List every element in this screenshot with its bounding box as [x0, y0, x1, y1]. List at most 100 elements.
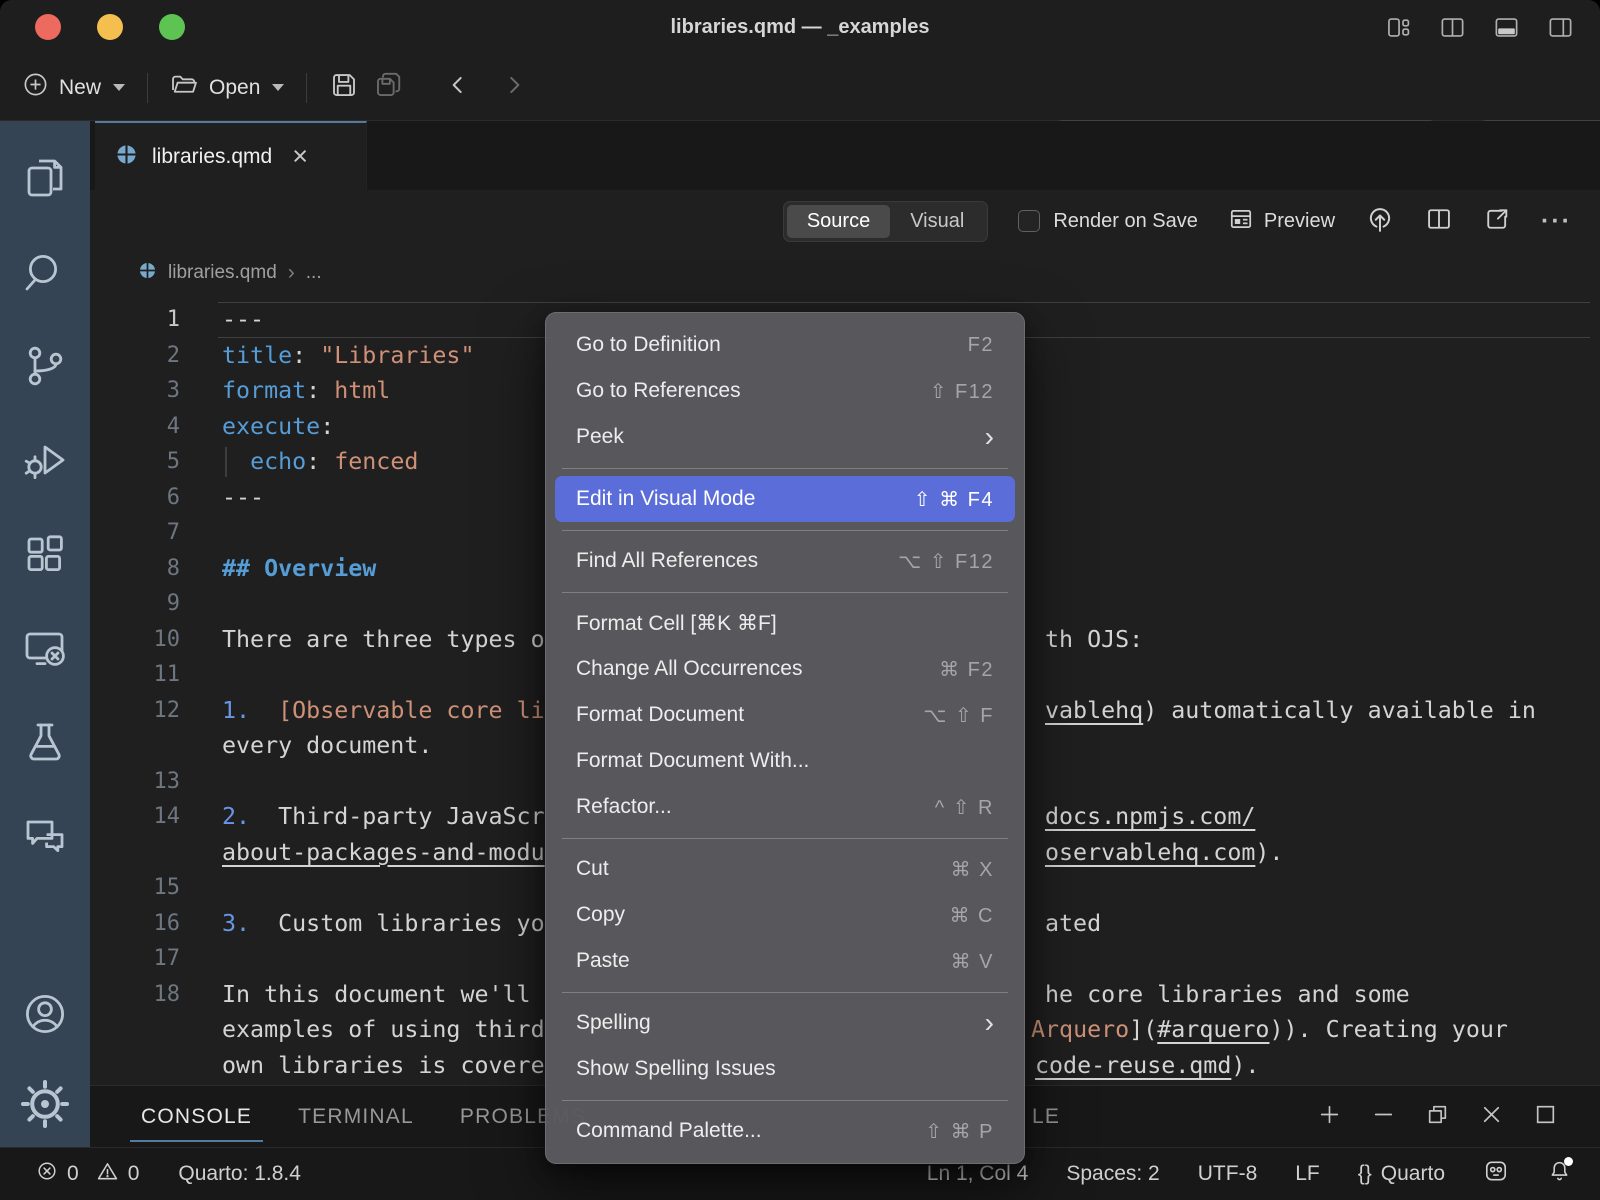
panel-tab-console[interactable]: CONSOLE [118, 1086, 275, 1147]
breadcrumb-file[interactable]: libraries.qmd [168, 262, 277, 284]
preview-button[interactable]: Preview [1228, 206, 1335, 237]
open-dropdown-caret-icon [272, 84, 284, 91]
submenu-chevron-icon: › [985, 423, 994, 451]
feedback-smiley-icon[interactable] [1483, 1158, 1509, 1190]
line-number[interactable]: 11 [90, 657, 180, 693]
testing-beaker-icon[interactable] [0, 695, 90, 789]
panel-close-icon[interactable] [1479, 1102, 1504, 1132]
eol-status[interactable]: LF [1295, 1162, 1320, 1186]
menu-item[interactable]: Edit in Visual Mode⇧ ⌘ F4 [555, 476, 1015, 522]
source-control-icon[interactable] [0, 319, 90, 413]
window-title: libraries.qmd — _examples [0, 0, 1600, 55]
breadcrumb: libraries.qmd › ... [90, 252, 1600, 294]
line-number[interactable]: 10 [90, 622, 180, 658]
run-debug-icon[interactable] [0, 413, 90, 507]
panel-restore-icon[interactable] [1425, 1102, 1450, 1132]
split-editor-layout-icon[interactable] [1439, 14, 1466, 41]
encoding-status[interactable]: UTF-8 [1198, 1162, 1258, 1186]
indentation-status[interactable]: Spaces: 2 [1066, 1162, 1159, 1186]
line-number[interactable]: 8 [90, 551, 180, 587]
line-number[interactable]: 4 [90, 409, 180, 445]
panel-maximize-icon[interactable] [1533, 1102, 1558, 1132]
title-bar: libraries.qmd — _examples [0, 0, 1600, 55]
line-number[interactable]: 9 [90, 586, 180, 622]
line-number[interactable]: 15 [90, 870, 180, 906]
partial-tab-label[interactable]: LE [1032, 1086, 1060, 1147]
save-icon [329, 70, 359, 106]
line-number[interactable]: 18 [90, 977, 180, 1013]
line-number[interactable]: 14 [90, 799, 180, 835]
line-number[interactable]: 17 [90, 941, 180, 977]
comments-icon[interactable] [0, 789, 90, 883]
menu-item[interactable]: Paste⌘ V [555, 938, 1015, 984]
app-window: libraries.qmd — _examples New Open [0, 0, 1600, 1200]
notifications-bell-icon[interactable] [1547, 1159, 1572, 1190]
more-actions-icon[interactable]: ··· [1541, 207, 1572, 236]
connections-icon[interactable] [0, 601, 90, 695]
top-action-bar: New Open Searc [0, 55, 1600, 121]
breadcrumb-more[interactable]: ... [306, 262, 322, 284]
line-number[interactable]: 2 [90, 338, 180, 374]
quarto-version-status[interactable]: Quarto: 1.8.4 [178, 1162, 301, 1186]
tab-close-icon[interactable]: × [292, 143, 308, 170]
settings-gear-icon[interactable] [0, 1061, 90, 1147]
menu-item[interactable]: Format Document With... [555, 738, 1015, 784]
render-document-icon[interactable] [1365, 204, 1395, 239]
panel-minimize-icon[interactable] [1371, 1102, 1396, 1132]
language-mode-status[interactable]: {} Quarto [1358, 1162, 1445, 1186]
problems-status[interactable]: 0 0 [36, 1160, 139, 1189]
menu-item[interactable]: Go to DefinitionF2 [555, 322, 1015, 368]
save-all-icon [373, 70, 403, 106]
split-editor-icon[interactable] [1425, 205, 1453, 238]
preview-label: Preview [1264, 210, 1335, 233]
menu-item[interactable]: Copy⌘ C [555, 892, 1015, 938]
extensions-icon[interactable] [0, 507, 90, 601]
menu-item[interactable]: Find All References⌥ ⇧ F12 [555, 538, 1015, 584]
menu-item[interactable]: Peek› [555, 414, 1015, 460]
line-number[interactable]: 3 [90, 373, 180, 409]
tab-libraries-qmd[interactable]: libraries.qmd × [95, 121, 367, 190]
source-visual-toggle: Source Visual [783, 201, 989, 242]
toggle-secondary-sidebar-icon[interactable] [1547, 14, 1574, 41]
menu-item[interactable]: Command Palette...⇧ ⌘ P [555, 1108, 1015, 1154]
line-number[interactable]: 6 [90, 480, 180, 516]
panel-tab-terminal[interactable]: TERMINAL [275, 1086, 437, 1147]
new-button[interactable]: New [22, 71, 125, 104]
menu-item[interactable]: Format Document⌥ ⇧ F [555, 692, 1015, 738]
navigate-back-button[interactable] [445, 72, 471, 104]
search-sidebar-icon[interactable] [0, 225, 90, 319]
menu-item[interactable]: Format Cell [⌘K ⌘F] [555, 600, 1015, 646]
menu-item[interactable]: Refactor...^ ⇧ R [555, 784, 1015, 830]
source-mode-button[interactable]: Source [787, 205, 890, 238]
toggle-panel-icon[interactable] [1493, 14, 1520, 41]
visual-mode-button[interactable]: Visual [890, 205, 984, 238]
quarto-file-icon [115, 143, 138, 171]
menu-separator [562, 592, 1008, 593]
menu-item[interactable]: Go to References⇧ F12 [555, 368, 1015, 414]
panel-plus-icon[interactable] [1317, 1102, 1342, 1132]
menu-item[interactable]: Cut⌘ X [555, 846, 1015, 892]
open-button[interactable]: Open [170, 70, 284, 105]
warning-count: 0 [128, 1162, 140, 1186]
open-in-new-window-icon[interactable] [1483, 205, 1511, 238]
explorer-icon[interactable] [0, 131, 90, 225]
new-dropdown-caret-icon [113, 84, 125, 91]
menu-item[interactable]: Change All Occurrences⌘ F2 [555, 646, 1015, 692]
menu-item[interactable]: Show Spelling Issues [555, 1046, 1015, 1092]
account-icon[interactable] [0, 967, 90, 1061]
save-button[interactable] [329, 70, 359, 106]
render-on-save-checkbox[interactable] [1018, 210, 1040, 232]
line-number[interactable]: 16 [90, 906, 180, 942]
save-all-button[interactable] [373, 70, 403, 106]
line-number[interactable]: 5 [90, 444, 180, 480]
line-number[interactable]: 1 [90, 302, 180, 338]
customize-layout-icon[interactable] [1385, 14, 1412, 41]
new-label: New [59, 76, 101, 100]
line-number[interactable]: 12 [90, 693, 180, 729]
navigate-forward-button[interactable] [501, 72, 527, 104]
line-number[interactable]: 7 [90, 515, 180, 551]
activity-bar [0, 121, 90, 1147]
menu-item[interactable]: Spelling› [555, 1000, 1015, 1046]
line-number[interactable]: 13 [90, 764, 180, 800]
cursor-position-status[interactable]: Ln 1, Col 4 [927, 1162, 1029, 1186]
